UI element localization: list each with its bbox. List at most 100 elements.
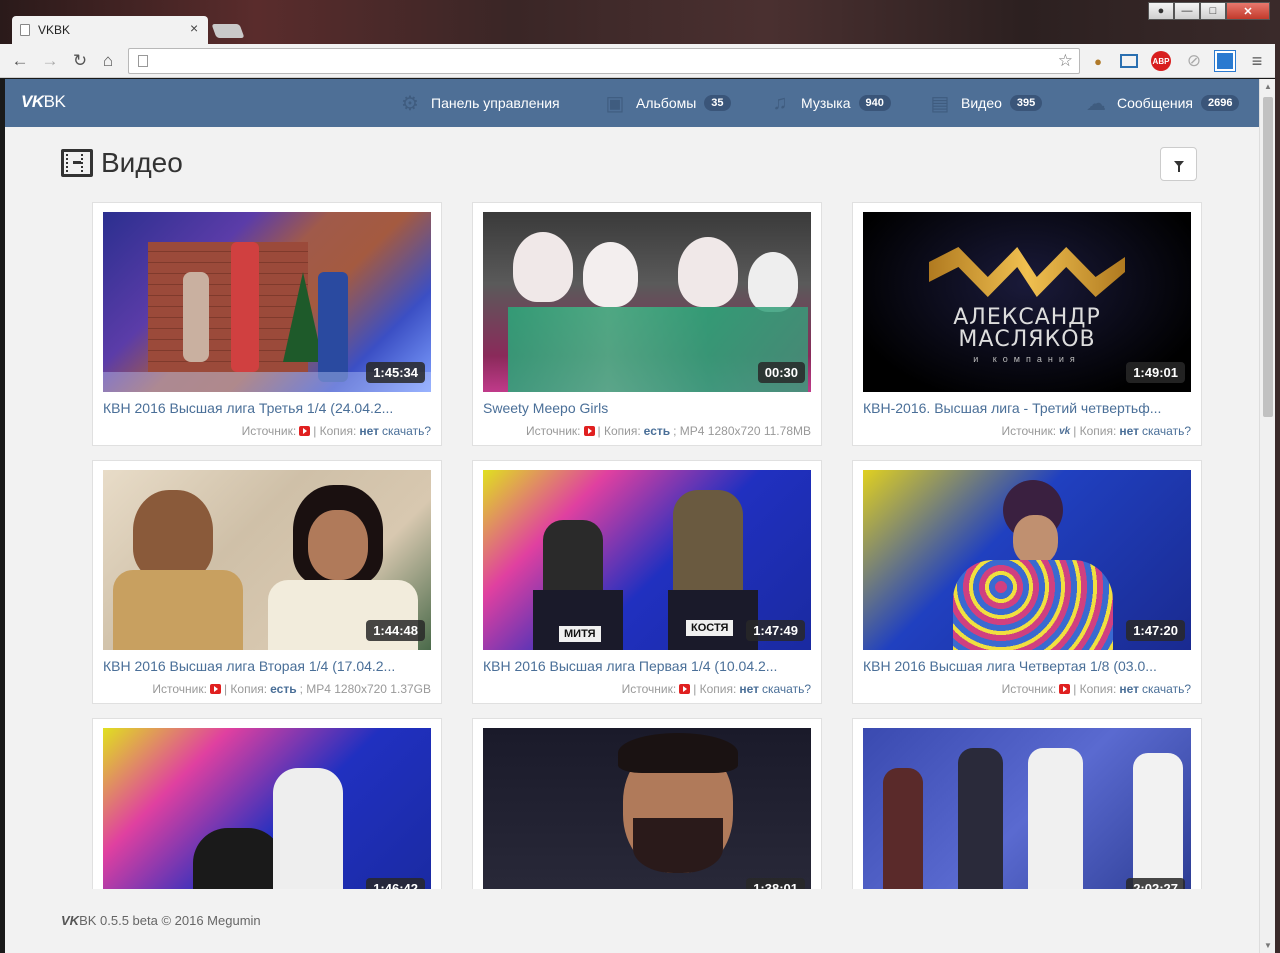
film-icon bbox=[61, 149, 93, 177]
video-thumbnail[interactable]: 00:30 bbox=[483, 212, 811, 392]
video-count-badge: 395 bbox=[1009, 95, 1043, 111]
video-title-link[interactable]: КВН 2016 Высшая лига Третья 1/4 (24.04.2… bbox=[103, 400, 433, 416]
vk-icon: vk bbox=[1059, 425, 1071, 437]
cookie-extension-icon[interactable]: ● bbox=[1088, 51, 1108, 71]
tab-close-icon[interactable]: × bbox=[190, 21, 198, 35]
video-title-link[interactable]: КВН 2016 Высшая лига Четвертая 1/8 (03.0… bbox=[863, 658, 1193, 674]
filter-icon bbox=[1173, 161, 1184, 172]
copy-status: есть bbox=[270, 682, 297, 696]
scroll-thumb[interactable] bbox=[1263, 97, 1273, 417]
tab-title: VKBK bbox=[38, 23, 71, 37]
video-thumbnail[interactable]: 1:45:34 bbox=[103, 212, 431, 392]
scroll-down-icon[interactable]: ▼ bbox=[1264, 941, 1272, 950]
page-title: Видео bbox=[101, 147, 183, 178]
music-count-badge: 940 bbox=[858, 95, 891, 111]
page-scrollbar[interactable]: ▲ ▼ bbox=[1259, 79, 1275, 953]
copy-status: нет bbox=[739, 682, 759, 696]
video-title-link[interactable]: КВН-2016. Высшая лига - Третий четвертьф… bbox=[863, 400, 1193, 416]
video-card: АЛЕКСАНДР МАСЛЯКОВ и компания 1:49:01 КВ… bbox=[852, 202, 1202, 446]
albums-count-badge: 35 bbox=[704, 95, 731, 111]
nav-item-video[interactable]: ▤ Видео 395 bbox=[927, 79, 1043, 127]
new-tab-button[interactable] bbox=[211, 24, 245, 38]
video-card: МИТЯ КОСТЯ 1:47:49 КВН 2016 Высшая лига … bbox=[472, 460, 822, 704]
nameplate: МИТЯ bbox=[559, 626, 601, 642]
download-link[interactable]: скачать? bbox=[1142, 424, 1191, 438]
reload-icon[interactable]: ↻ bbox=[68, 49, 92, 73]
minimize-button[interactable]: — bbox=[1174, 2, 1200, 20]
page-viewport: VKBK ⚙ Панель управления ▣ Альбомы 35 ♫ … bbox=[5, 79, 1259, 953]
footer-logo: VK bbox=[61, 913, 80, 928]
video-meta: Источник: | Копия: есть ; MP4 1280x720 1… bbox=[525, 424, 811, 438]
maximize-button[interactable]: □ bbox=[1200, 2, 1226, 20]
video-duration: 1:44:48 bbox=[366, 620, 425, 641]
music-icon: ♫ bbox=[772, 91, 788, 114]
page-icon bbox=[138, 55, 148, 67]
thumbnail-caption: АЛЕКСАНДР bbox=[953, 305, 1101, 330]
video-meta: Источник: | Копия: нет скачать? bbox=[1001, 682, 1191, 696]
video-meta: Источник: vk | Копия: нет скачать? bbox=[1001, 424, 1192, 438]
bookmark-star-icon[interactable]: ☆ bbox=[1058, 51, 1073, 71]
disable-extension-icon[interactable]: ⊘ bbox=[1184, 51, 1204, 71]
youtube-icon bbox=[209, 684, 221, 694]
forward-icon[interactable]: → bbox=[38, 49, 62, 73]
page-icon bbox=[20, 24, 30, 36]
video-title-link[interactable]: Sweety Meepo Girls bbox=[483, 400, 813, 416]
nav-item-dashboard[interactable]: ⚙ Панель управления bbox=[397, 79, 560, 127]
adblock-plus-icon[interactable]: ABP bbox=[1151, 51, 1171, 71]
page-heading: Видео bbox=[61, 147, 183, 179]
messages-count-badge: 2696 bbox=[1200, 95, 1240, 111]
video-thumbnail[interactable]: 2:02:27 bbox=[863, 728, 1191, 908]
copy-status: нет bbox=[359, 424, 379, 438]
video-thumbnail[interactable]: МИТЯ КОСТЯ 1:47:49 bbox=[483, 470, 811, 650]
youtube-icon bbox=[679, 684, 691, 694]
nav-item-music[interactable]: ♫ Музыка 940 bbox=[767, 79, 891, 127]
nav-item-messages[interactable]: ☁ Сообщения 2696 bbox=[1083, 79, 1240, 127]
youtube-icon bbox=[583, 426, 595, 436]
nav-item-label: Видео bbox=[961, 95, 1002, 111]
video-thumbnail[interactable]: 1:38:01 bbox=[483, 728, 811, 908]
download-link[interactable]: скачать? bbox=[1142, 682, 1191, 696]
download-link[interactable]: скачать? bbox=[762, 682, 811, 696]
copy-status: есть bbox=[643, 424, 671, 438]
video-duration: 00:30 bbox=[757, 362, 805, 383]
youtube-icon bbox=[1059, 684, 1071, 694]
browser-tab-content: VKBK bbox=[20, 17, 70, 43]
video-title-link[interactable]: КВН 2016 Высшая лига Первая 1/4 (10.04.2… bbox=[483, 658, 813, 674]
thumbnail-caption: МАСЛЯКОВ bbox=[958, 327, 1096, 352]
file-info: ; MP4 1280x720 11.78MB bbox=[673, 424, 811, 438]
video-card: 1:45:34 КВН 2016 Высшая лига Третья 1/4 … bbox=[92, 202, 442, 446]
page-footer: VKBK 0.5.5 beta © 2016 Megumin bbox=[5, 889, 1259, 953]
video-duration: 1:47:49 bbox=[746, 620, 805, 641]
menu-icon[interactable]: ≡ bbox=[1247, 51, 1267, 71]
video-title-link[interactable]: КВН 2016 Высшая лига Вторая 1/4 (17.04.2… bbox=[103, 658, 433, 674]
vkbk-logo[interactable]: VKBK bbox=[21, 92, 66, 112]
camera-icon: ▣ bbox=[605, 92, 625, 115]
address-bar[interactable]: ☆ bbox=[128, 48, 1080, 74]
nav-item-albums[interactable]: ▣ Альбомы 35 bbox=[602, 79, 731, 127]
video-duration: 1:47:20 bbox=[1126, 620, 1185, 641]
user-icon[interactable]: ● bbox=[1148, 2, 1174, 20]
filter-button[interactable] bbox=[1160, 147, 1197, 181]
window-extension-icon[interactable] bbox=[1214, 50, 1236, 72]
video-duration: 1:49:01 bbox=[1126, 362, 1185, 383]
nav-item-label: Музыка bbox=[801, 95, 851, 111]
nameplate: КОСТЯ bbox=[686, 620, 734, 636]
home-icon[interactable]: ⌂ bbox=[96, 49, 120, 73]
video-thumbnail[interactable]: 1:44:48 bbox=[103, 470, 431, 650]
gears-icon: ⚙ bbox=[401, 92, 419, 115]
nav-item-label: Альбомы bbox=[636, 95, 697, 111]
browser-toolbar: ← → ↻ ⌂ ☆ ● ABP ⊘ ≡ bbox=[0, 44, 1280, 78]
video-thumbnail[interactable]: 1:47:20 bbox=[863, 470, 1191, 650]
close-window-button[interactable]: ✕ bbox=[1226, 2, 1270, 20]
top-navbar: VKBK ⚙ Панель управления ▣ Альбомы 35 ♫ … bbox=[5, 79, 1259, 127]
screen-extension-icon[interactable] bbox=[1120, 54, 1138, 68]
footer-text: VKBK 0.5.5 beta © 2016 Megumin bbox=[61, 913, 261, 928]
scroll-up-icon[interactable]: ▲ bbox=[1264, 82, 1272, 91]
video-thumbnail[interactable]: АЛЕКСАНДР МАСЛЯКОВ и компания 1:49:01 bbox=[863, 212, 1191, 392]
nav-item-label: Сообщения bbox=[1117, 95, 1193, 111]
back-icon[interactable]: ← bbox=[8, 49, 32, 73]
youtube-icon bbox=[299, 426, 311, 436]
download-link[interactable]: скачать? bbox=[382, 424, 431, 438]
video-meta: Источник: | Копия: нет скачать? bbox=[241, 424, 431, 438]
video-thumbnail[interactable]: 1:46:42 bbox=[103, 728, 431, 908]
